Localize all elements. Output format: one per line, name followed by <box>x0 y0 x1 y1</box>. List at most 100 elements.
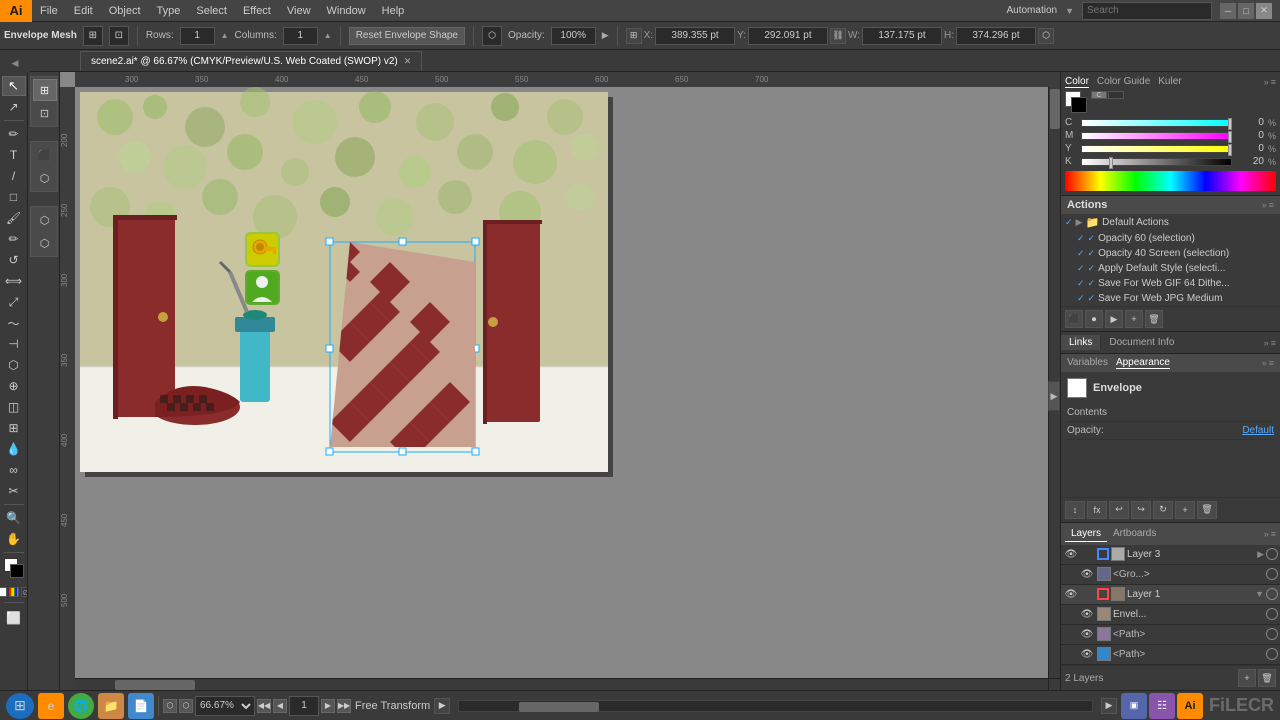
rotate-tool[interactable]: ↺ <box>2 250 26 270</box>
actions-menu-btn[interactable]: ≡ <box>1269 200 1274 210</box>
app-undo-btn[interactable]: ↩ <box>1109 501 1129 519</box>
horizontal-scrollbar[interactable] <box>75 678 1048 690</box>
folder-btn[interactable]: 📁 <box>98 693 124 719</box>
type-tool[interactable]: T <box>2 145 26 165</box>
m-slider-thumb[interactable] <box>1228 131 1232 143</box>
m-slider[interactable] <box>1081 132 1232 140</box>
start-btn[interactable]: ⊞ <box>6 693 34 719</box>
screen-mode-btn[interactable]: ⬜ <box>2 608 26 628</box>
layers-tab[interactable]: Layers <box>1065 526 1107 542</box>
appearance-panel-header[interactable]: Variables Appearance » ≡ <box>1061 354 1280 372</box>
hand-tool[interactable]: ✋ <box>2 529 26 549</box>
action-record-btn[interactable]: ⏺ <box>1085 310 1103 328</box>
envel-vis-btn[interactable]: 👁 <box>1079 606 1095 622</box>
action-item-3[interactable]: ✓ ✓ Apply Default Style (selecti... <box>1061 261 1280 276</box>
layer1-name[interactable]: Layer 1 <box>1127 589 1253 600</box>
kuler-tab[interactable]: Kuler <box>1158 76 1181 88</box>
reflect-tool[interactable]: ⟺ <box>2 271 26 291</box>
action-new-btn[interactable]: + <box>1125 310 1143 328</box>
env-tool-selection[interactable]: ⊞ <box>33 79 57 101</box>
status-btn-1[interactable]: ⬡ <box>163 699 177 713</box>
path1-target[interactable] <box>1266 628 1278 640</box>
rectangle-tool[interactable]: □ <box>2 187 26 207</box>
path2-name[interactable]: <Path> <box>1113 649 1264 660</box>
status-arr-back[interactable]: ◀ <box>273 699 287 713</box>
gradient-btn[interactable] <box>9 587 19 597</box>
layer1-expand-btn[interactable]: ▼ <box>1255 589 1264 599</box>
anchor-point-grid[interactable]: ⊞ <box>626 28 642 44</box>
path2-target[interactable] <box>1266 648 1278 660</box>
actions-panel-header[interactable]: Actions » ≡ <box>1061 196 1280 214</box>
layer3-expand-btn[interactable]: ▶ <box>1257 549 1264 560</box>
gro-vis-btn[interactable]: 👁 <box>1079 566 1095 582</box>
color-tab[interactable]: Color <box>1065 76 1089 88</box>
zoom-select[interactable]: 66.67% 50% 100% <box>195 696 255 716</box>
document-tab[interactable]: scene2.ai* @ 66.67% (CMYK/Preview/U.S. W… <box>80 51 422 71</box>
color-btn[interactable] <box>0 587 7 597</box>
status-scroll-thumb[interactable] <box>519 702 599 712</box>
layer1-target[interactable] <box>1266 588 1278 600</box>
envel-target[interactable] <box>1266 608 1278 620</box>
layer3-vis-btn[interactable]: 👁 <box>1063 546 1079 562</box>
layer1-lock-btn[interactable] <box>1081 587 1095 601</box>
shape-builder-tool[interactable]: ⊕ <box>2 376 26 396</box>
opacity-input[interactable] <box>551 27 596 45</box>
opacity-value-link[interactable]: Default <box>1242 425 1274 436</box>
env-tool-3[interactable]: ⬛ <box>33 144 57 166</box>
menu-view[interactable]: View <box>279 0 319 22</box>
opacity-play-btn[interactable]: ▶ <box>602 30 609 41</box>
menu-file[interactable]: File <box>32 0 66 22</box>
path1-name[interactable]: <Path> <box>1113 629 1264 640</box>
selection-tool[interactable]: ↖ <box>2 76 26 96</box>
k-slider[interactable] <box>1081 158 1232 166</box>
mesh-options-btn2[interactable]: ⊡ <box>109 26 129 46</box>
ie-btn[interactable]: e <box>38 693 64 719</box>
links-tab[interactable]: Links <box>1061 335 1101 350</box>
cols-input[interactable] <box>283 27 318 45</box>
variables-tab[interactable]: Variables <box>1067 357 1108 369</box>
env-tool-5[interactable]: ⬡ <box>33 209 57 231</box>
action-stop-btn[interactable]: ⬛ <box>1065 310 1083 328</box>
color-fg-bg[interactable] <box>1065 91 1087 113</box>
color-guide-tab[interactable]: Color Guide <box>1097 76 1150 88</box>
app-add-fx-btn[interactable]: fx <box>1087 501 1107 519</box>
mesh-options-btn1[interactable]: ⊞ <box>83 26 103 46</box>
width-tool[interactable]: ⊣ <box>2 334 26 354</box>
zoom-tool[interactable]: 🔍 <box>2 508 26 528</box>
layer1-vis-btn[interactable]: 👁 <box>1063 586 1079 602</box>
rows-input[interactable] <box>180 27 215 45</box>
menu-help[interactable]: Help <box>374 0 413 22</box>
action-delete-btn[interactable]: 🗑 <box>1145 310 1163 328</box>
status-scrollbar[interactable] <box>458 700 1093 712</box>
reset-envelope-btn[interactable]: Reset Envelope Shape <box>349 27 465 45</box>
action-item-5[interactable]: ✓ ✓ Save For Web JPG Medium <box>1061 291 1280 306</box>
appearance-tab[interactable]: Appearance <box>1116 357 1170 369</box>
c-slider[interactable] <box>1081 119 1232 127</box>
env-tool-4[interactable]: ⬡ <box>33 167 57 189</box>
appearance-menu-btn[interactable]: ≡ <box>1269 358 1274 368</box>
links-menu-btn[interactable]: ≡ <box>1271 338 1276 348</box>
menu-window[interactable]: Window <box>319 0 374 22</box>
tab-close-btn[interactable]: ✕ <box>404 56 412 67</box>
gro-name[interactable]: <Gro...> <box>1113 569 1264 580</box>
path1-vis-btn[interactable]: 👁 <box>1079 626 1095 642</box>
path2-vis-btn[interactable]: 👁 <box>1079 646 1095 662</box>
artboards-tab[interactable]: Artboards <box>1107 526 1162 541</box>
menu-type[interactable]: Type <box>149 0 189 22</box>
minimize-button[interactable]: ─ <box>1220 3 1236 19</box>
links-expand-btn[interactable]: » <box>1264 338 1269 348</box>
blend-tool[interactable]: ∞ <box>2 460 26 480</box>
color-menu-btn[interactable]: ≡ <box>1271 77 1276 87</box>
menu-object[interactable]: Object <box>101 0 149 22</box>
menu-effect[interactable]: Effect <box>235 0 279 22</box>
env-tool-mesh[interactable]: ⊡ <box>33 102 57 124</box>
panel-toggle-btn[interactable]: ▶ <box>1048 381 1060 411</box>
rgb-sliders-btn[interactable] <box>1108 91 1124 99</box>
link-icon[interactable]: ⛓ <box>830 28 846 44</box>
win-icon2[interactable]: ☷ <box>1149 693 1175 719</box>
y-slider[interactable] <box>1081 145 1232 153</box>
warp-tool[interactable]: 〜 <box>2 313 26 333</box>
tab-arrow-left[interactable]: ◀ <box>0 52 30 74</box>
pen-tool[interactable]: ✏ <box>2 124 26 144</box>
color-expand-btn[interactable]: » <box>1264 77 1269 87</box>
